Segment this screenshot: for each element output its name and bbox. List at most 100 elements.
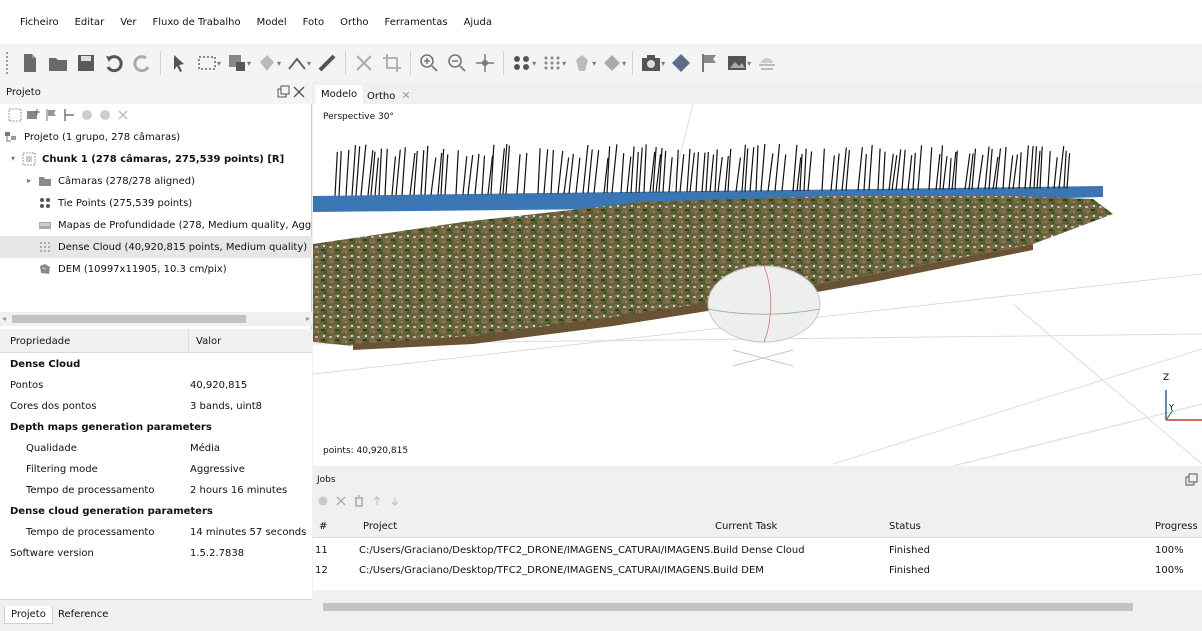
table-row[interactable]: 11 C:/Users/Graciano/Desktop/TFC2_DRONE/… [313,541,1202,561]
menu-ver[interactable]: Ver [112,14,144,34]
show-tie-points-icon[interactable] [508,49,536,77]
model-viewport[interactable]: Z Y Perspective 30° points: 40,920,815 [313,104,1202,466]
tab-modelo[interactable]: Modelo [315,85,364,104]
add-chunk-icon[interactable] [8,108,22,122]
tree-item-project[interactable]: Projeto (1 grupo, 278 câmaras) [0,126,312,148]
trash-icon[interactable] [353,495,365,507]
zoom-in-icon[interactable] [415,49,443,77]
menu-foto[interactable]: Foto [295,14,333,34]
column-header-num[interactable]: # [319,521,327,532]
zoom-out-icon[interactable] [443,49,471,77]
scrollbar-thumb[interactable] [12,315,246,323]
camera-icon[interactable] [637,49,665,77]
menu-ajuda[interactable]: Ajuda [456,14,500,34]
trackball-sphere[interactable] [707,265,821,343]
stop-job-icon[interactable] [335,495,347,507]
move-view-icon[interactable] [471,49,499,77]
menu-ficheiro[interactable]: Ficheiro [12,14,67,34]
property-row[interactable]: Pontos 40,920,815 [0,376,312,397]
undo-icon[interactable] [100,49,128,77]
float-window-icon[interactable] [1184,473,1198,487]
column-header-project[interactable]: Project [363,521,397,532]
show-dense-cloud-icon[interactable] [538,49,566,77]
tree-item-label: Dense Cloud (40,920,815 points, Medium q… [58,241,308,253]
scene-canvas[interactable]: Z Y [313,104,1202,466]
camera-stem [749,146,755,192]
column-header-status[interactable]: Status [889,521,921,532]
float-window-icon[interactable] [276,85,290,99]
camera-stem [334,151,338,196]
menu-ferramentas[interactable]: Ferramentas [377,14,456,34]
show-model-icon[interactable] [568,49,596,77]
tab-reference[interactable]: Reference [52,606,114,623]
navigation-cursor-icon[interactable] [165,49,193,77]
enable-icon[interactable] [80,108,94,122]
show-markers-icon[interactable] [695,49,723,77]
column-header-progress[interactable]: Progress [1155,521,1198,532]
tree-item-chunk[interactable]: ▾ Chunk 1 (278 câmaras, 275,539 points) … [0,148,312,170]
tree-horizontal-scrollbar[interactable]: ◂ ▸ [0,312,312,326]
pause-job-icon[interactable] [317,495,329,507]
rectangle-selection-icon[interactable] [193,49,221,77]
show-shapes-icon[interactable] [667,49,695,77]
scroll-left-icon[interactable]: ◂ [2,314,6,323]
add-scalebar-icon[interactable] [62,108,76,122]
column-divider[interactable] [188,329,189,353]
show-region-icon[interactable] [753,49,781,77]
draw-polyline-icon[interactable] [283,49,311,77]
resize-region-icon[interactable] [223,49,251,77]
camera-stem [1008,155,1014,190]
camera-stem [774,143,781,192]
move-down-icon[interactable] [389,495,401,507]
delete-selection-icon[interactable] [350,49,378,77]
panel-tabs: Projeto Reference [0,599,312,631]
menu-fluxo-de-trabalho[interactable]: Fluxo de Trabalho [145,14,249,34]
camera-stem [709,154,715,193]
redo-icon[interactable] [128,49,156,77]
menu-editar[interactable]: Editar [67,14,113,34]
open-folder-icon[interactable] [44,49,72,77]
remove-items-icon[interactable] [116,108,130,122]
column-header-property[interactable]: Propriedade [10,336,70,347]
camera-stem [630,146,635,193]
table-row[interactable]: 12 C:/Users/Graciano/Desktop/TFC2_DRONE/… [313,561,1202,581]
property-row[interactable]: Tempo de processamento 14 minutes 57 sec… [0,523,312,544]
crop-selection-icon[interactable] [378,49,406,77]
property-row[interactable]: Filtering mode Aggressive [0,460,312,481]
property-row[interactable]: Qualidade Média [0,439,312,460]
tab-ortho[interactable]: Ortho ✕ [361,85,417,104]
camera-stem [912,152,916,190]
tab-projeto[interactable]: Projeto [4,606,53,624]
scrollbar-thumb[interactable] [323,603,1133,611]
tree-item-tie-points[interactable]: Tie Points (275,539 points) [0,192,312,214]
property-row[interactable]: Software version 1.5.2.7838 [0,544,312,565]
chevron-down-icon[interactable]: ▾ [8,154,18,164]
menu-model[interactable]: Model [249,14,295,34]
close-icon[interactable] [292,85,306,99]
add-marker-icon[interactable] [44,108,58,122]
move-object-icon[interactable] [253,49,281,77]
scroll-right-icon[interactable]: ▸ [306,314,310,323]
disable-icon[interactable] [98,108,112,122]
camera-stem [626,156,632,193]
add-photos-icon[interactable] [26,108,40,122]
tree-item-cameras[interactable]: ▸ Câmaras (278/278 aligned) [0,170,312,192]
jobs-horizontal-scrollbar[interactable] [313,600,1202,614]
column-header-task[interactable]: Current Task [715,521,777,532]
save-icon[interactable] [72,49,100,77]
chevron-right-icon[interactable]: ▸ [24,176,34,186]
show-tiled-model-icon[interactable] [598,49,626,77]
column-header-value[interactable]: Valor [196,336,221,347]
ruler-icon[interactable] [313,49,341,77]
new-document-icon[interactable] [16,49,44,77]
toolbar-grip[interactable] [6,52,10,74]
tree-item-dem[interactable]: DEM (10997x11905, 10.3 cm/pix) [0,258,312,280]
close-icon[interactable]: ✕ [401,89,410,102]
menu-ortho[interactable]: Ortho [332,14,376,34]
show-images-icon[interactable] [723,49,751,77]
property-row[interactable]: Cores dos pontos 3 bands, uint8 [0,397,312,418]
property-row[interactable]: Tempo de processamento 2 hours 16 minute… [0,481,312,502]
move-up-icon[interactable] [371,495,383,507]
tree-item-depth-maps[interactable]: Mapas de Profundidade (278, Medium quali… [0,214,312,236]
tree-item-dense-cloud[interactable]: Dense Cloud (40,920,815 points, Medium q… [0,236,312,258]
